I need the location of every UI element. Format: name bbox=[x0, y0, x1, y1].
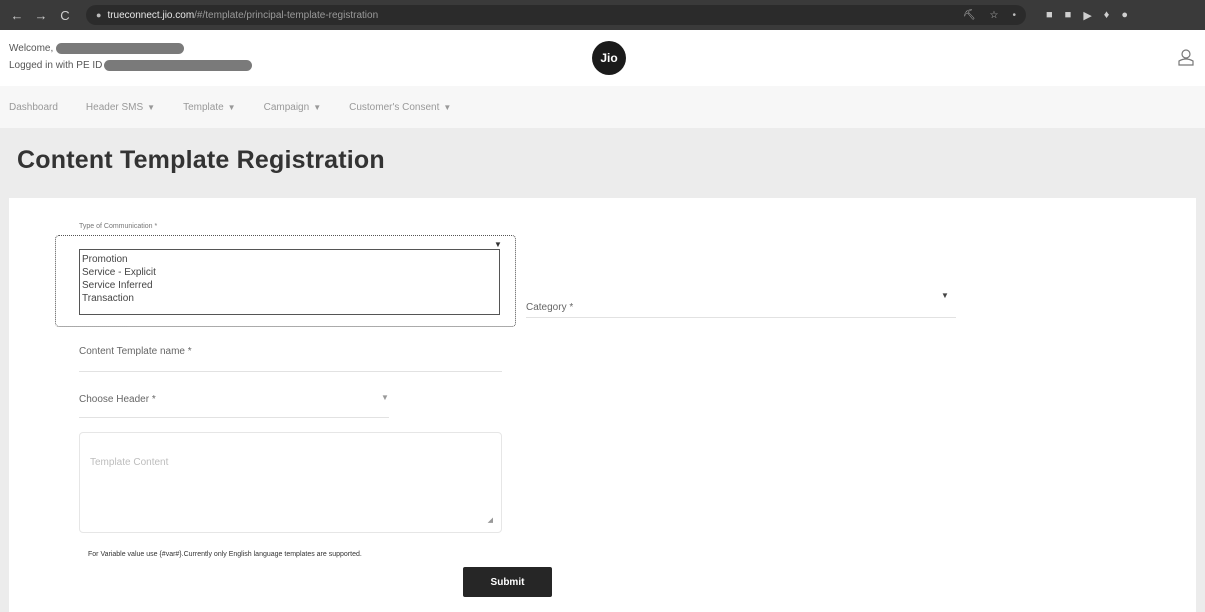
caret-down-icon[interactable]: ▼ bbox=[941, 291, 949, 300]
caret-down-icon[interactable]: ▼ bbox=[381, 393, 389, 402]
submit-button[interactable]: Submit bbox=[463, 567, 552, 597]
template-content-textarea[interactable]: Template Content ◢ bbox=[79, 432, 502, 533]
redacted-pe-id bbox=[104, 59, 253, 71]
welcome-text: Welcome, bbox=[9, 43, 54, 54]
option-promotion[interactable]: Promotion bbox=[82, 253, 499, 266]
title-band: Content Template Registration bbox=[0, 128, 1205, 194]
address-bar[interactable]: ● trueconnect.jio.com /#/template/princi… bbox=[86, 5, 1026, 25]
extension-dot-icon[interactable]: • bbox=[1012, 10, 1016, 21]
type-of-communication-label: Type of Communication * bbox=[79, 223, 158, 230]
forward-icon[interactable]: → bbox=[34, 8, 48, 23]
caret-down-icon: ▼ bbox=[443, 102, 452, 112]
welcome-block: Welcome, Logged in with PE ID bbox=[9, 40, 253, 74]
template-name-input[interactable]: Content Template name * bbox=[79, 346, 192, 357]
browser-toolbar: ← → C ● trueconnect.jio.com /#/template/… bbox=[0, 0, 1205, 30]
address-bar-icons: ⛏ ☆ • bbox=[963, 10, 1016, 21]
page-title: Content Template Registration bbox=[17, 146, 385, 174]
menu-template[interactable]: Template ▼ bbox=[183, 102, 236, 113]
choose-header-select[interactable]: Choose Header * bbox=[79, 394, 156, 405]
url-host: trueconnect.jio.com bbox=[107, 9, 195, 21]
lock-icon: ● bbox=[96, 10, 102, 20]
profile-icon[interactable]: ● bbox=[1121, 9, 1128, 22]
caret-down-icon: ▼ bbox=[147, 102, 156, 112]
extension-icon[interactable]: ■ bbox=[1065, 9, 1072, 22]
browser-nav: ← → C bbox=[10, 8, 72, 23]
resize-grip-icon[interactable]: ◢ bbox=[488, 516, 493, 524]
category-select[interactable]: Category * bbox=[526, 302, 573, 313]
template-content-placeholder: Template Content bbox=[90, 457, 169, 468]
jio-logo[interactable]: Jio bbox=[592, 41, 626, 75]
extension-icon[interactable]: ▶ bbox=[1083, 9, 1091, 22]
caret-down-icon: ▼ bbox=[494, 240, 502, 249]
option-transaction[interactable]: Transaction bbox=[82, 292, 499, 305]
option-service-explicit[interactable]: Service - Explicit bbox=[82, 266, 499, 279]
star-icon[interactable]: ☆ bbox=[990, 10, 999, 21]
extensions-bar: ■ ■ ▶ ♦ ● bbox=[1046, 9, 1128, 22]
extension-icon[interactable]: ■ bbox=[1046, 9, 1053, 22]
reload-icon[interactable]: C bbox=[58, 8, 72, 23]
menu-customers-consent[interactable]: Customer's Consent ▼ bbox=[349, 102, 451, 113]
key-icon[interactable]: ⛏ bbox=[963, 10, 976, 21]
menu-header-sms[interactable]: Header SMS ▼ bbox=[86, 102, 155, 113]
caret-down-icon: ▼ bbox=[313, 102, 322, 112]
logged-in-text: Logged in with PE ID bbox=[9, 60, 103, 71]
puzzle-icon[interactable]: ♦ bbox=[1104, 9, 1110, 22]
menu-dashboard[interactable]: Dashboard bbox=[9, 102, 58, 113]
caret-down-icon: ▼ bbox=[227, 102, 236, 112]
url-path: /#/template/principal-template-registrat… bbox=[194, 9, 379, 21]
redacted-username bbox=[56, 42, 185, 54]
user-icon[interactable] bbox=[1177, 48, 1195, 66]
app-header: Welcome, Logged in with PE ID Jio bbox=[0, 30, 1205, 86]
category-underline bbox=[526, 317, 956, 318]
type-of-communication-listbox[interactable]: Promotion Service - Explicit Service Inf… bbox=[79, 249, 500, 315]
option-service-inferred[interactable]: Service Inferred bbox=[82, 279, 499, 292]
menu-campaign[interactable]: Campaign ▼ bbox=[264, 102, 322, 113]
back-icon[interactable]: ← bbox=[10, 8, 24, 23]
variable-note: For Variable value use {#var#}.Currently… bbox=[88, 551, 362, 558]
choose-header-underline bbox=[79, 417, 389, 418]
template-name-underline bbox=[79, 371, 502, 372]
main-menu: Dashboard Header SMS ▼ Template ▼ Campaign… bbox=[0, 86, 1205, 128]
